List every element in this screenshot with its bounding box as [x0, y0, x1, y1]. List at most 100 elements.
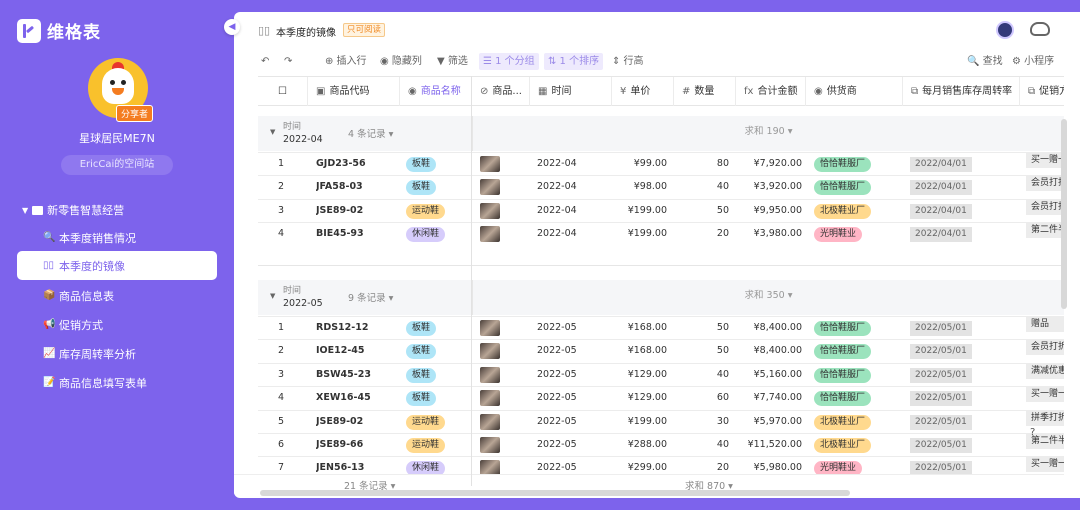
cell-code[interactable]: BSW45-23 [316, 364, 396, 387]
group-header[interactable]: ▼ 时间 2022-05 9 条记录 ▾ 求和 350 ▾ [258, 280, 1064, 315]
table-row[interactable]: 3 BSW45-23 板鞋 2022-05 ¥129.00 40 ¥5,160.… [258, 362, 1064, 387]
sidebar-item-0[interactable]: 🔍 本季度销售情况 [17, 223, 217, 252]
cell-qty[interactable]: 30 [674, 411, 729, 434]
cell-qty[interactable]: 40 [674, 176, 729, 199]
sidebar-item-1[interactable]: ▯▯ 本季度的镜像 [17, 251, 217, 280]
cell-name[interactable]: 板鞋 [406, 317, 468, 340]
cell-qty[interactable]: 80 [674, 153, 729, 176]
cell-time[interactable]: 2022-04 [537, 176, 607, 199]
cell-name[interactable]: 休闲鞋 [406, 223, 468, 246]
filter-button[interactable]: ▼ 筛选 [437, 53, 468, 70]
cell-time[interactable]: 2022-05 [537, 340, 607, 363]
cell-turnover[interactable]: 2022/04/01 [910, 200, 1010, 223]
cell-name[interactable]: 板鞋 [406, 387, 468, 410]
cell-image[interactable] [480, 364, 520, 387]
table-row[interactable]: 1 GJD23-56 板鞋 2022-04 ¥99.00 80 ¥7,920.0… [258, 152, 1064, 175]
column-header-4[interactable]: ¥ 单价 [612, 77, 674, 106]
cell-code[interactable]: JSE89-02 [316, 200, 396, 223]
row-height-button[interactable]: ⇕ 行高 [612, 53, 644, 70]
folder-new-retail[interactable]: ▼ 新零售智慧经营 [22, 202, 124, 218]
cell-promo[interactable]: 会员打折 [1026, 340, 1064, 363]
cell-price[interactable]: ¥199.00 [612, 411, 667, 434]
sidebar-item-2[interactable]: 📦 商品信息表 [17, 281, 217, 310]
column-header-8[interactable]: ⧉ 每月销售库存周转率 [903, 77, 1020, 106]
cell-supplier[interactable]: 北极鞋业厂 [814, 411, 900, 434]
cell-promo[interactable]: 买一赠一 [1026, 153, 1064, 176]
cell-qty[interactable]: 50 [674, 317, 729, 340]
cell-code[interactable]: RDS12-12 [316, 317, 396, 340]
insert-row-button[interactable]: ⊕ 插入行 [325, 53, 367, 70]
cell-code[interactable]: GJD23-56 [316, 153, 396, 176]
cell-qty[interactable]: 50 [674, 200, 729, 223]
cell-supplier[interactable]: 恰恰鞋服厂 [814, 340, 900, 363]
cell-turnover[interactable]: 2022/05/01 [910, 411, 1010, 434]
cell-price[interactable]: ¥168.00 [612, 340, 667, 363]
sidebar-item-4[interactable]: 📈 库存周转率分析 [17, 339, 217, 368]
table-row[interactable]: 5 JSE89-02 运动鞋 2022-05 ¥199.00 30 ¥5,970… [258, 409, 1064, 434]
cell-price[interactable]: ¥199.00 [612, 200, 667, 223]
group-count[interactable]: 9 条记录 ▾ [348, 290, 393, 304]
cell-qty[interactable]: 40 [674, 364, 729, 387]
cell-turnover[interactable]: 2022/05/01 [910, 317, 1010, 340]
cell-image[interactable] [480, 200, 520, 223]
cell-qty[interactable]: 50 [674, 340, 729, 363]
table-row[interactable]: 6 JSE89-66 运动鞋 2022-05 ¥288.00 40 ¥11,52… [258, 433, 1064, 456]
cell-image[interactable] [480, 153, 520, 176]
vertical-scrollbar[interactable] [1061, 119, 1067, 309]
column-header-9[interactable]: ⧉促销方 [1020, 77, 1064, 106]
cell-code[interactable]: XEW16-45 [316, 387, 396, 410]
column-header-2[interactable]: ⊘ 商品... [472, 77, 530, 106]
cell-turnover[interactable]: 2022/04/01 [910, 223, 1010, 246]
cell-name[interactable]: 板鞋 [406, 340, 468, 363]
cell-time[interactable]: 2022-05 [537, 317, 607, 340]
column-header-0[interactable]: ▣ 商品代码 [308, 77, 400, 106]
cell-time[interactable]: 2022-04 [537, 200, 607, 223]
column-header-6[interactable]: fx 合计金额 [736, 77, 806, 106]
cell-image[interactable] [480, 176, 520, 199]
cell-time[interactable]: 2022-05 [537, 387, 607, 410]
cell-image[interactable] [480, 411, 520, 434]
column-header-5[interactable]: # 数量 [674, 77, 736, 106]
hide-columns-button[interactable]: ◉ 隐藏列 [380, 53, 422, 70]
cell-promo[interactable]: 买一赠一 [1026, 387, 1064, 410]
cell-time[interactable]: 2022-04 [537, 223, 607, 246]
cell-supplier[interactable]: 北极鞋业厂 [814, 200, 900, 223]
cell-time[interactable]: 2022-05 [537, 364, 607, 387]
cell-price[interactable]: ¥199.00 [612, 223, 667, 246]
group-collapse-icon[interactable]: ▼ [270, 292, 275, 300]
cell-name[interactable]: 运动鞋 [406, 200, 468, 223]
table-row[interactable]: 4 XEW16-45 板鞋 2022-05 ¥129.00 60 ¥7,740.… [258, 386, 1064, 410]
cell-image[interactable] [480, 223, 520, 246]
undo-button[interactable]: ↶ [261, 53, 269, 70]
table-row[interactable]: 4 BIE45-93 休闲鞋 2022-04 ¥199.00 20 ¥3,980… [258, 222, 1064, 246]
cell-price[interactable]: ¥129.00 [612, 387, 667, 410]
cell-image[interactable] [480, 340, 520, 363]
space-link[interactable]: EricCai的空间站 [61, 155, 173, 175]
cell-code[interactable]: JFA58-03 [316, 176, 396, 199]
app-logo[interactable]: 维格表 [17, 18, 101, 43]
cell-time[interactable]: 2022-04 [537, 153, 607, 176]
column-header-1[interactable]: ◉ 商品名称 [400, 77, 472, 106]
miniapp-button[interactable]: ⚙ 小程序 [1012, 53, 1054, 70]
cell-qty[interactable]: 60 [674, 387, 729, 410]
cell-supplier[interactable]: 恰恰鞋服厂 [814, 153, 900, 176]
cell-name[interactable]: 板鞋 [406, 364, 468, 387]
cell-code[interactable]: BIE45-93 [316, 223, 396, 246]
cell-promo[interactable]: 赠品 [1026, 317, 1064, 340]
cell-turnover[interactable]: 2022/04/01 [910, 176, 1010, 199]
cell-time[interactable]: 2022-05 [537, 411, 607, 434]
cell-image[interactable] [480, 434, 520, 457]
table-row[interactable]: 2 JFA58-03 板鞋 2022-04 ¥98.00 40 ¥3,920.0… [258, 175, 1064, 199]
collapse-sidebar-icon[interactable]: ◀ [224, 19, 240, 35]
cell-turnover[interactable]: 2022/04/01 [910, 153, 1010, 176]
cell-code[interactable]: JSE89-02 [316, 411, 396, 434]
cell-price[interactable]: ¥288.00 [612, 434, 667, 457]
table-row[interactable]: 3 JSE89-02 运动鞋 2022-04 ¥199.00 50 ¥9,950… [258, 198, 1064, 223]
cell-image[interactable] [480, 317, 520, 340]
select-all-checkbox[interactable]: ☐ [258, 77, 308, 106]
cell-name[interactable]: 运动鞋 [406, 434, 468, 457]
sort-button[interactable]: ⇅ 1 个排序 [544, 53, 604, 70]
sidebar-item-3[interactable]: 📢 促销方式 [17, 310, 217, 339]
cell-price[interactable]: ¥99.00 [612, 153, 667, 176]
table-row[interactable]: 2 IOE12-45 板鞋 2022-05 ¥168.00 50 ¥8,400.… [258, 339, 1064, 363]
